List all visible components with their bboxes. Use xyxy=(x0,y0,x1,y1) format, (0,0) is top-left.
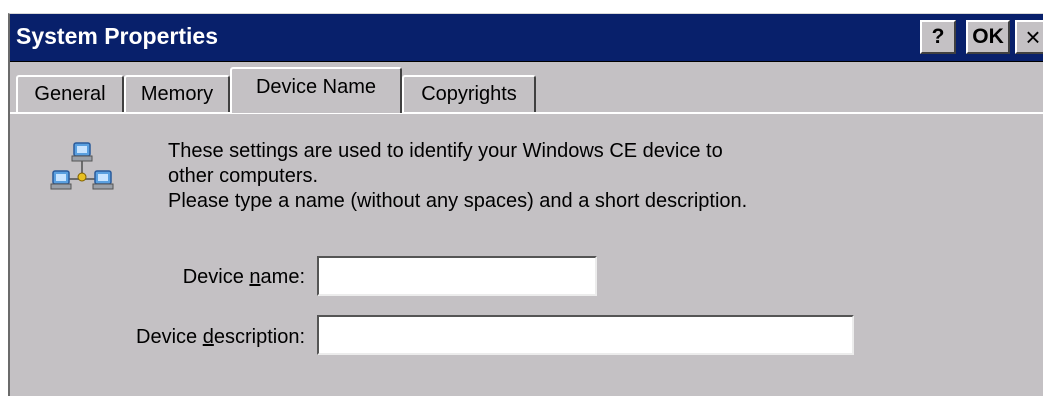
tab-memory[interactable]: Memory xyxy=(124,75,230,112)
device-name-label-accesskey: n xyxy=(249,266,261,288)
device-description-label: Device description: xyxy=(90,326,305,349)
tab-strip: General Memory Device Name Copyrights xyxy=(10,62,1043,113)
ok-button[interactable]: OK xyxy=(966,20,1010,54)
device-description-input[interactable] xyxy=(317,315,854,355)
tab-device-name[interactable]: Device Name xyxy=(230,67,402,113)
tab-copyrights[interactable]: Copyrights xyxy=(402,75,536,112)
device-name-label-suffix: ame: xyxy=(260,266,305,288)
help-button[interactable]: ? xyxy=(920,20,956,54)
info-line-2: other computers. xyxy=(168,165,319,187)
device-description-label-suffix: escription: xyxy=(213,326,305,348)
title-bar[interactable]: System Properties ? OK × xyxy=(10,14,1043,62)
info-line-3: Please type a name (without any spaces) … xyxy=(168,190,748,212)
window-title: System Properties xyxy=(16,23,218,49)
close-button[interactable]: × xyxy=(1015,20,1043,54)
device-name-label: Device name: xyxy=(150,266,305,289)
device-name-panel: These settings are used to identify your… xyxy=(10,114,1043,396)
system-properties-window: System Properties ? OK × General Memory … xyxy=(8,13,1043,396)
device-name-label-prefix: Device xyxy=(182,266,250,288)
tab-general[interactable]: General xyxy=(16,75,124,112)
device-name-input[interactable] xyxy=(317,256,597,296)
network-computers-icon xyxy=(50,142,114,190)
device-description-label-accesskey: d xyxy=(202,326,214,348)
info-text: These settings are used to identify your… xyxy=(168,139,747,214)
device-description-label-prefix: Device xyxy=(136,326,203,348)
info-line-1: These settings are used to identify your… xyxy=(168,140,723,162)
